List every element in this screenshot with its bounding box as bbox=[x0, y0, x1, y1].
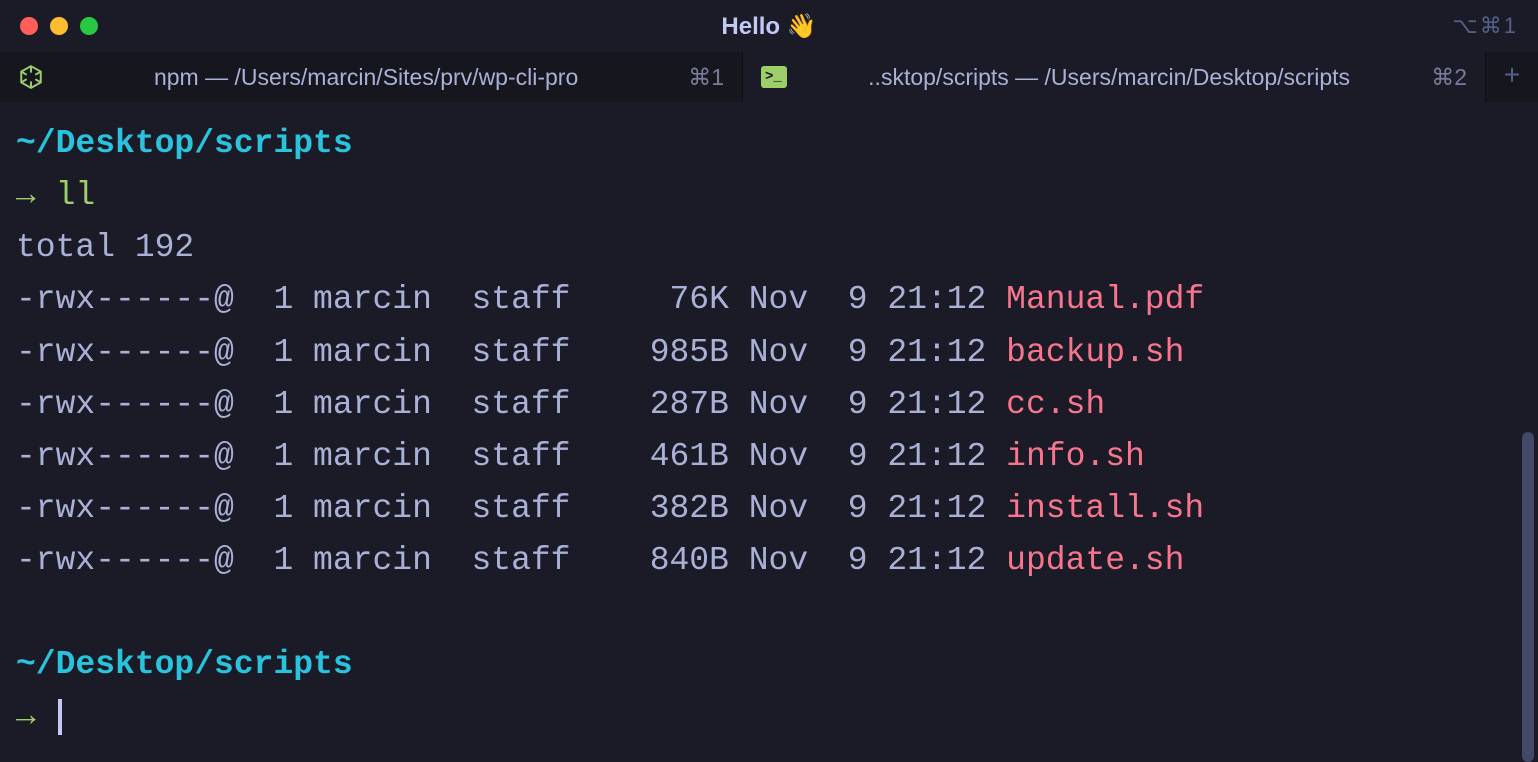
cursor bbox=[58, 699, 62, 735]
filename: backup.sh bbox=[1006, 334, 1184, 371]
tab-bar: npm — /Users/marcin/Sites/prv/wp-cli-pro… bbox=[0, 52, 1538, 102]
filename: update.sh bbox=[1006, 542, 1184, 579]
filename: cc.sh bbox=[1006, 386, 1105, 423]
prompt-arrow: → bbox=[16, 177, 36, 214]
cwd: ~/Desktop/scripts bbox=[16, 646, 353, 683]
cwd: ~/Desktop/scripts bbox=[16, 125, 353, 162]
maximize-window-button[interactable] bbox=[80, 17, 98, 35]
file-row: -rwx------@ 1 marcin staff 840B Nov 9 21… bbox=[16, 535, 1522, 587]
tab-title: npm — /Users/marcin/Sites/prv/wp-cli-pro bbox=[62, 64, 670, 91]
tab-scripts[interactable]: >_ ..sktop/scripts — /Users/marcin/Deskt… bbox=[743, 52, 1486, 102]
scrollbar-thumb[interactable] bbox=[1522, 432, 1534, 762]
tab-npm[interactable]: npm — /Users/marcin/Sites/prv/wp-cli-pro… bbox=[0, 52, 743, 102]
prompt-line: → bbox=[16, 691, 1522, 743]
filename: info.sh bbox=[1006, 438, 1145, 475]
file-listing: -rwx------@ 1 marcin staff 76K Nov 9 21:… bbox=[16, 274, 1522, 587]
total-line: total 192 bbox=[16, 222, 1522, 274]
file-row: -rwx------@ 1 marcin staff 76K Nov 9 21:… bbox=[16, 274, 1522, 326]
file-row: -rwx------@ 1 marcin staff 985B Nov 9 21… bbox=[16, 327, 1522, 379]
window-shortcut-hint: ⌥⌘1 bbox=[1452, 13, 1518, 39]
scrollbar-track[interactable] bbox=[1522, 104, 1534, 756]
prompt-arrow: → bbox=[16, 698, 36, 735]
filename: install.sh bbox=[1006, 490, 1204, 527]
blank-line bbox=[16, 587, 1522, 639]
file-row: -rwx------@ 1 marcin staff 287B Nov 9 21… bbox=[16, 379, 1522, 431]
prompt-line: → ll bbox=[16, 170, 1522, 222]
command: ll bbox=[56, 177, 96, 214]
file-row: -rwx------@ 1 marcin staff 382B Nov 9 21… bbox=[16, 483, 1522, 535]
tab-title: ..sktop/scripts — /Users/marcin/Desktop/… bbox=[805, 64, 1413, 91]
filename: Manual.pdf bbox=[1006, 281, 1204, 318]
minimize-window-button[interactable] bbox=[50, 17, 68, 35]
nodejs-icon bbox=[18, 64, 44, 90]
tab-shortcut: ⌘2 bbox=[1431, 64, 1467, 91]
terminal-content[interactable]: ~/Desktop/scripts → ll total 192 -rwx---… bbox=[0, 102, 1538, 760]
title-bar: Hello 👋 ⌥⌘1 bbox=[0, 0, 1538, 52]
traffic-lights bbox=[20, 17, 98, 35]
cwd-line: ~/Desktop/scripts bbox=[16, 118, 1522, 170]
cwd-line: ~/Desktop/scripts bbox=[16, 639, 1522, 691]
file-row: -rwx------@ 1 marcin staff 461B Nov 9 21… bbox=[16, 431, 1522, 483]
add-tab-button[interactable]: + bbox=[1486, 52, 1538, 102]
tab-shortcut: ⌘1 bbox=[688, 64, 724, 91]
window-title: Hello 👋 bbox=[721, 12, 816, 41]
terminal-icon: >_ bbox=[761, 64, 787, 90]
close-window-button[interactable] bbox=[20, 17, 38, 35]
